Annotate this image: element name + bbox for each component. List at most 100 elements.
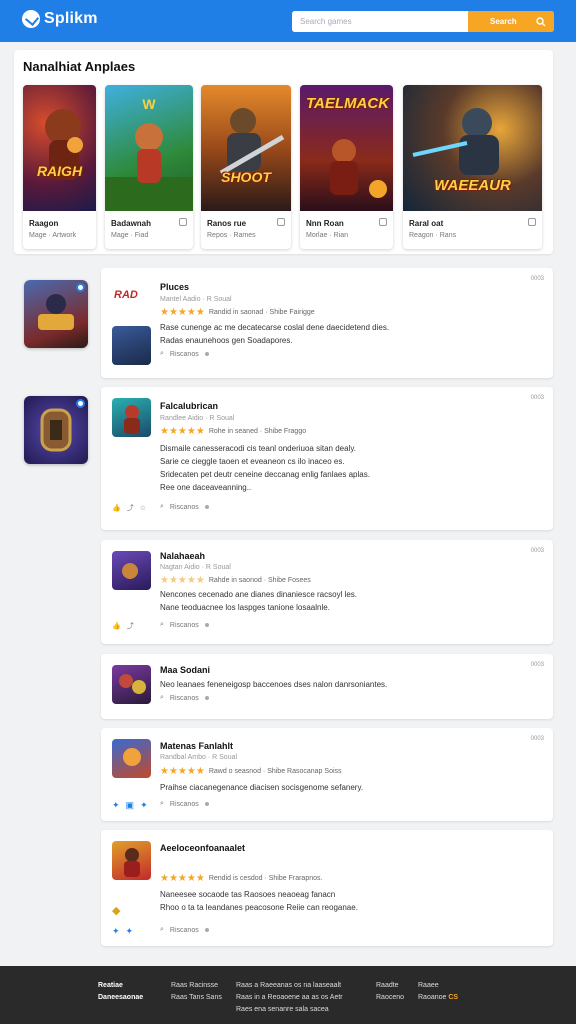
review-game-thumbnail[interactable] xyxy=(112,551,151,590)
review-title[interactable]: Aeeloceonfoanaalet xyxy=(160,843,245,853)
trophy-icon: ◆ xyxy=(112,905,121,917)
game-meta: Mage · Artwork xyxy=(29,232,77,239)
rating-text: Randid in saonad · Shibe Fairigge xyxy=(208,309,315,316)
footer-column: Raas Racinsse Raas Tans Sans xyxy=(171,980,222,1004)
footer-link[interactable]: Raas in a Reoaoene aa as os Aetr xyxy=(236,992,343,1004)
review-body-line: Sridecaten pet deutr ceneine deccanag en… xyxy=(160,470,370,479)
review-title[interactable]: Pluces xyxy=(160,282,189,292)
review-title[interactable]: Nalahaeah xyxy=(160,551,205,561)
footer-column: Reatiae Daneesaonae xyxy=(98,980,143,1004)
search-icon xyxy=(536,16,546,26)
like-icon[interactable]: 👍 xyxy=(112,622,121,630)
review-footer: ✦ ✦ xyxy=(112,926,133,937)
review-footer-label[interactable]: Riscanos xyxy=(170,695,199,702)
footer-link[interactable]: Raaee xyxy=(418,980,458,992)
footer-link[interactable]: Raas Racinsse xyxy=(171,980,222,992)
game-card[interactable]: W Badawnah Mage · Fiad xyxy=(105,85,193,249)
review-rating: ★★★★★ Rahde in saonod · Shibe Fosees xyxy=(160,575,311,586)
review-rating: ★★★★★ Rohe in seaned · Shibe Fraggo xyxy=(160,426,306,437)
comment-icon[interactable]: ⌕ xyxy=(160,621,164,629)
review-card: Nalahaeah Nagtan Aidio · R Soual ★★★★★ R… xyxy=(101,540,553,644)
review-date: 0003 xyxy=(530,662,544,668)
twitter-icon[interactable]: ✦ xyxy=(112,926,120,937)
bird-icon[interactable]: ✦ xyxy=(140,800,148,811)
twitter-icon[interactable]: ✦ xyxy=(112,800,120,811)
footer-link[interactable]: Daneesaonae xyxy=(98,994,143,1001)
review-footer: ⌕ Riscanos xyxy=(160,350,209,358)
bird-icon[interactable]: ✦ xyxy=(126,926,134,937)
comment-icon[interactable]: ⌕ xyxy=(160,503,164,511)
game-art-image: WAEEAUR xyxy=(403,85,542,211)
review-body: Rase cunenge ac me decatecarse coslal de… xyxy=(160,321,540,347)
game-art-title: WAEEAUR xyxy=(434,177,511,194)
side-game-thumbnail[interactable] xyxy=(24,280,88,348)
review-card: Falcalubrican Randlee Aidio · R Soual ★★… xyxy=(101,387,553,530)
footer-link[interactable]: Raadte xyxy=(376,980,404,992)
review-card: Maa Sodani Neo leanaes feneneigosp bacce… xyxy=(101,654,553,719)
review-card: RAD Pluces Mantel Aadio · R Soual ★★★★★ … xyxy=(101,268,553,378)
review-game-thumbnail[interactable] xyxy=(112,398,151,437)
search-input[interactable] xyxy=(292,11,468,32)
game-card[interactable]: RAIGH Raagon Mage · Artwork xyxy=(23,85,96,249)
game-name: Raral oat xyxy=(409,219,444,228)
game-name: Raagon xyxy=(29,219,59,228)
reviewer-avatar[interactable] xyxy=(112,326,151,365)
game-meta: Reagon · Rans xyxy=(409,232,457,239)
review-footer-label[interactable]: Riscanos xyxy=(170,504,199,511)
share-icon[interactable]: ⤴ xyxy=(127,621,134,631)
footer-link[interactable]: Raoanoe xyxy=(418,994,446,1001)
bookmark-icon[interactable] xyxy=(277,218,285,226)
review-footer: ⌕ Riscanos xyxy=(160,926,209,934)
bookmark-icon[interactable] xyxy=(379,218,387,226)
footer-link[interactable]: Raes ena senanre sala sacea xyxy=(236,1004,343,1016)
comment-icon[interactable]: ⌕ xyxy=(160,800,164,808)
game-card[interactable]: WAEEAUR Raral oat Reagon · Rans xyxy=(403,85,542,249)
like-icon[interactable]: 👍 xyxy=(112,504,121,512)
review-footer-label[interactable]: Riscanos xyxy=(170,351,199,358)
review-body-line: Rhoo o ta ta leandanes peacosone Reiie c… xyxy=(160,903,358,912)
game-name: Nnn Roan xyxy=(306,219,344,228)
comment-icon[interactable]: ⌕ xyxy=(160,350,164,358)
review-title[interactable]: Maa Sodani xyxy=(160,665,210,675)
footer-accent-label: CS xyxy=(448,994,459,1001)
bookmark-icon[interactable] xyxy=(528,218,536,226)
review-card: Matenas Fanlahlt Randbal Ambo · R Soual … xyxy=(101,728,553,821)
footer-link[interactable]: Raoceno xyxy=(376,992,404,1004)
share-icon[interactable]: ▣ xyxy=(126,800,135,811)
game-card[interactable]: SHOOT Ranos rue Repos · Rames xyxy=(201,85,291,249)
comment-icon[interactable]: ⌕ xyxy=(160,694,164,702)
review-game-thumbnail[interactable] xyxy=(112,739,151,778)
review-date: 0003 xyxy=(530,736,544,742)
review-body-line: Radas enaunehoos gen Soadapores. xyxy=(160,336,293,345)
review-body-line: Neo leanaes feneneigosp baccenoes dses n… xyxy=(160,680,388,689)
footer-link[interactable]: Raas a Raeeanas os na laaseaalt xyxy=(236,980,343,992)
star-rating-icon: ★★★★★ xyxy=(160,873,205,884)
brand-logo[interactable]: Splikm xyxy=(22,10,98,28)
review-body-line: Nane teoduacnee los laspges tanione losa… xyxy=(160,603,330,612)
favorite-icon[interactable]: ☆ xyxy=(140,504,146,512)
review-footer: 👍 ⤴ xyxy=(112,621,134,631)
review-footer-label[interactable]: Riscanos xyxy=(170,801,199,808)
review-title[interactable]: Falcalubrican xyxy=(160,401,218,411)
search-button[interactable]: Search xyxy=(468,11,554,32)
star-rating-icon: ★★★★★ xyxy=(160,307,205,318)
share-icon[interactable]: ⤴ xyxy=(127,503,134,513)
comment-icon[interactable]: ⌕ xyxy=(160,926,164,934)
review-footer-label[interactable]: Riscanos xyxy=(170,622,199,629)
review-body-line: Praihse ciacanegenance diacisen socisgen… xyxy=(160,783,364,792)
footer-column: Raas a Raeeanas os na laaseaalt Raas in … xyxy=(236,980,343,1016)
footer-link[interactable]: Reatiae xyxy=(98,982,123,989)
game-card[interactable]: TAELMACK Nnn Roan Morlae · Rian xyxy=(300,85,393,249)
footer-link[interactable]: Raas Tans Sans xyxy=(171,992,222,1004)
review-body-line: Nencones cecenado ane dianes dinaniesce … xyxy=(160,590,358,599)
bookmark-icon[interactable] xyxy=(179,218,187,226)
review-game-thumbnail[interactable] xyxy=(112,665,151,704)
review-title[interactable]: Matenas Fanlahlt xyxy=(160,741,233,751)
side-game-thumbnail[interactable] xyxy=(24,396,88,464)
review-footer-label[interactable]: Riscanos xyxy=(170,927,199,934)
separator-dot xyxy=(204,928,209,932)
rating-text: Rendid is cesdod · Shibe Frarapnos. xyxy=(208,875,323,882)
review-rating: ★★★★★ Rendid is cesdod · Shibe Frarapnos… xyxy=(160,873,322,884)
review-rating: ★★★★★ Rawd o seasnod · Shibe Rasocanap S… xyxy=(160,766,342,777)
review-game-thumbnail[interactable] xyxy=(112,841,151,880)
